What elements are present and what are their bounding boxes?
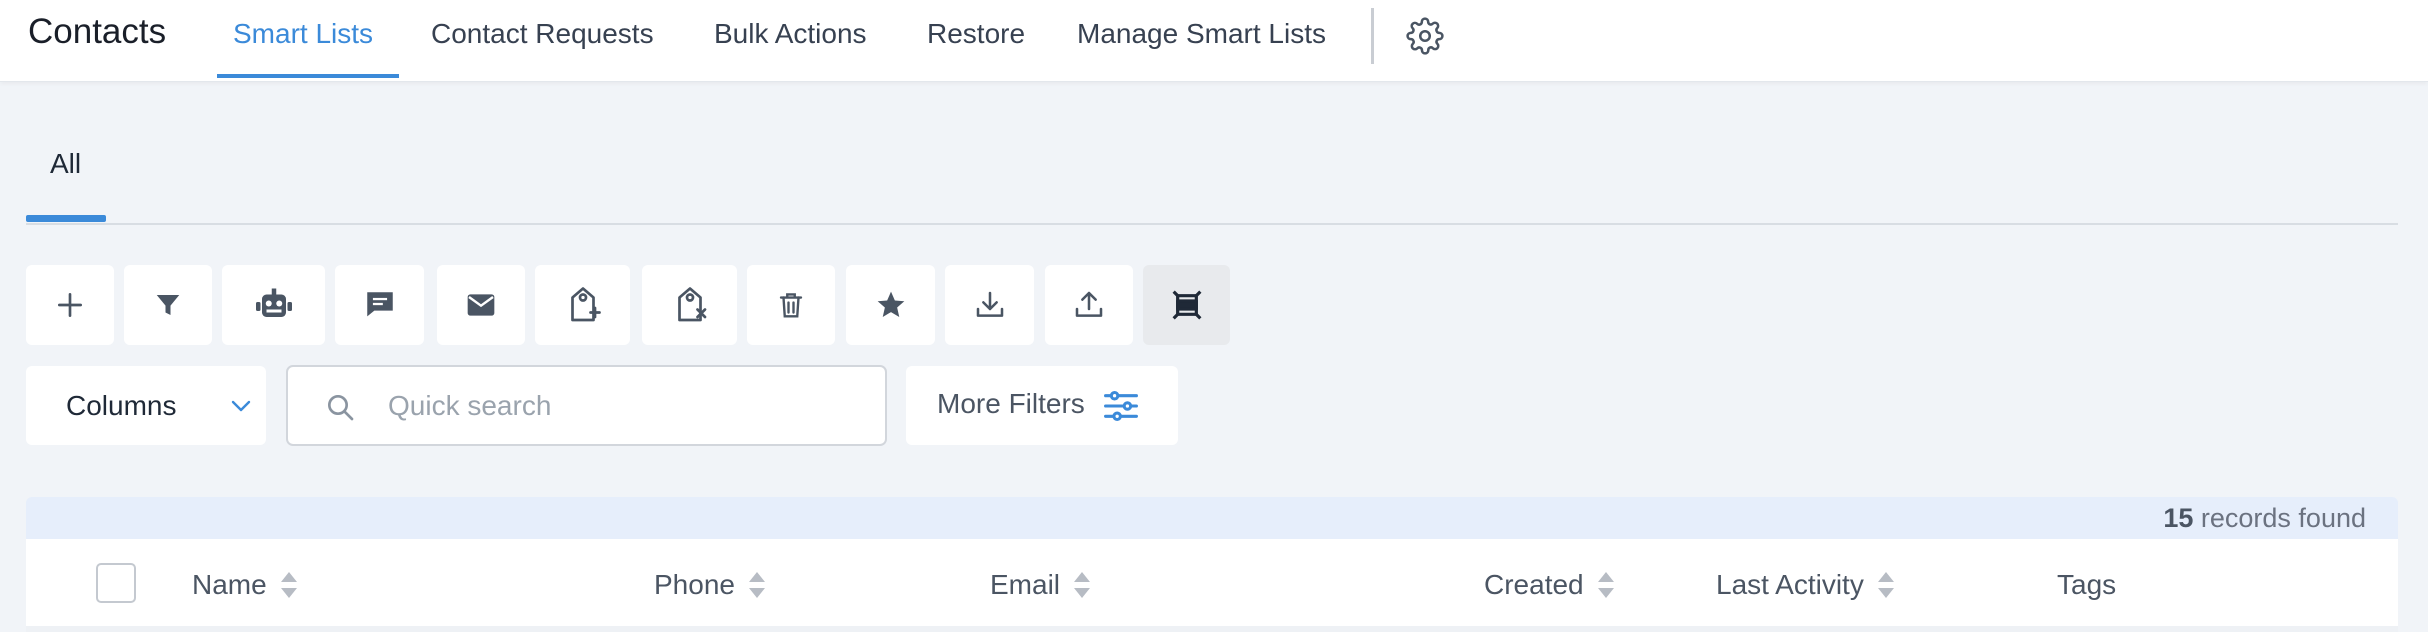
send-sms-button[interactable]	[335, 265, 424, 345]
sort-icon	[748, 572, 765, 598]
tab-smart-lists[interactable]: Smart Lists	[233, 18, 373, 50]
add-tag-icon	[570, 287, 601, 322]
add-contact-button[interactable]	[26, 265, 114, 345]
message-icon	[366, 292, 393, 317]
trash-icon	[779, 293, 803, 318]
automation-button[interactable]	[222, 265, 325, 345]
active-tab-indicator	[217, 74, 399, 78]
remove-tag-button[interactable]	[642, 265, 737, 345]
table-header: Name Phone Email Created Last Activity T…	[26, 539, 2398, 632]
sort-icon	[1074, 572, 1091, 598]
star-button[interactable]	[846, 265, 935, 345]
column-label: Created	[1484, 569, 1584, 600]
records-bar: 15 records found	[26, 497, 2398, 539]
filter-button[interactable]	[124, 265, 212, 345]
mail-icon	[467, 294, 495, 316]
app-title: Contacts	[28, 12, 167, 51]
add-tag-button[interactable]	[535, 265, 630, 345]
column-header-name[interactable]: Name	[192, 569, 299, 601]
table-body-edge	[26, 626, 2398, 632]
chevron-down-icon	[231, 400, 251, 412]
column-header-email[interactable]: Email	[990, 569, 1092, 601]
more-filters-label: More Filters	[937, 388, 1085, 419]
robot-icon	[255, 288, 292, 317]
tab-bulk-actions[interactable]: Bulk Actions	[714, 18, 867, 50]
upload-icon	[1075, 291, 1103, 317]
gear-icon[interactable]	[1405, 16, 1445, 56]
plus-icon	[58, 293, 82, 317]
filter-icon	[156, 295, 180, 315]
merge-button[interactable]	[1143, 265, 1230, 345]
sort-icon	[280, 572, 297, 598]
column-label: Name	[192, 569, 267, 600]
column-header-created[interactable]: Created	[1484, 569, 1616, 601]
records-label: records found	[2193, 503, 2366, 533]
search-input[interactable]	[388, 383, 868, 429]
quick-search	[286, 365, 887, 446]
tab-restore[interactable]: Restore	[927, 18, 1025, 50]
column-label: Last Activity	[1716, 569, 1864, 600]
search-icon	[328, 395, 354, 421]
import-button[interactable]	[945, 265, 1034, 345]
remove-tag-icon	[677, 287, 706, 322]
sliders-icon	[1104, 390, 1138, 422]
tab-contact-requests[interactable]: Contact Requests	[431, 18, 654, 50]
subtab-all[interactable]: All	[50, 148, 81, 180]
select-all-checkbox[interactable]	[96, 563, 136, 603]
tab-manage-smart-lists[interactable]: Manage Smart Lists	[1077, 18, 1326, 50]
subtab-divider	[26, 223, 2398, 225]
columns-label: Columns	[66, 389, 177, 421]
star-icon	[877, 291, 904, 317]
subtab-indicator	[26, 215, 106, 222]
column-label: Tags	[2057, 569, 2117, 600]
sort-icon	[1597, 572, 1614, 598]
column-label: Phone	[654, 569, 735, 600]
columns-dropdown[interactable]: Columns	[26, 366, 266, 445]
records-number: 15	[2163, 503, 2194, 533]
sort-icon	[1877, 572, 1894, 598]
records-count: 15 records found	[2163, 503, 2366, 534]
top-navigation: Contacts Smart Lists Contact Requests Bu…	[0, 0, 2428, 82]
download-icon	[976, 291, 1003, 317]
merge-icon	[1172, 290, 1201, 320]
more-filters-button[interactable]: More Filters	[906, 366, 1178, 445]
column-label: Email	[990, 569, 1061, 600]
export-button[interactable]	[1045, 265, 1133, 345]
nav-divider	[1371, 8, 1374, 64]
column-header-tags: Tags	[2057, 569, 2116, 601]
column-header-last-activity[interactable]: Last Activity	[1716, 569, 1896, 601]
column-header-phone[interactable]: Phone	[654, 569, 767, 601]
delete-button[interactable]	[747, 265, 835, 345]
send-email-button[interactable]	[437, 265, 525, 345]
